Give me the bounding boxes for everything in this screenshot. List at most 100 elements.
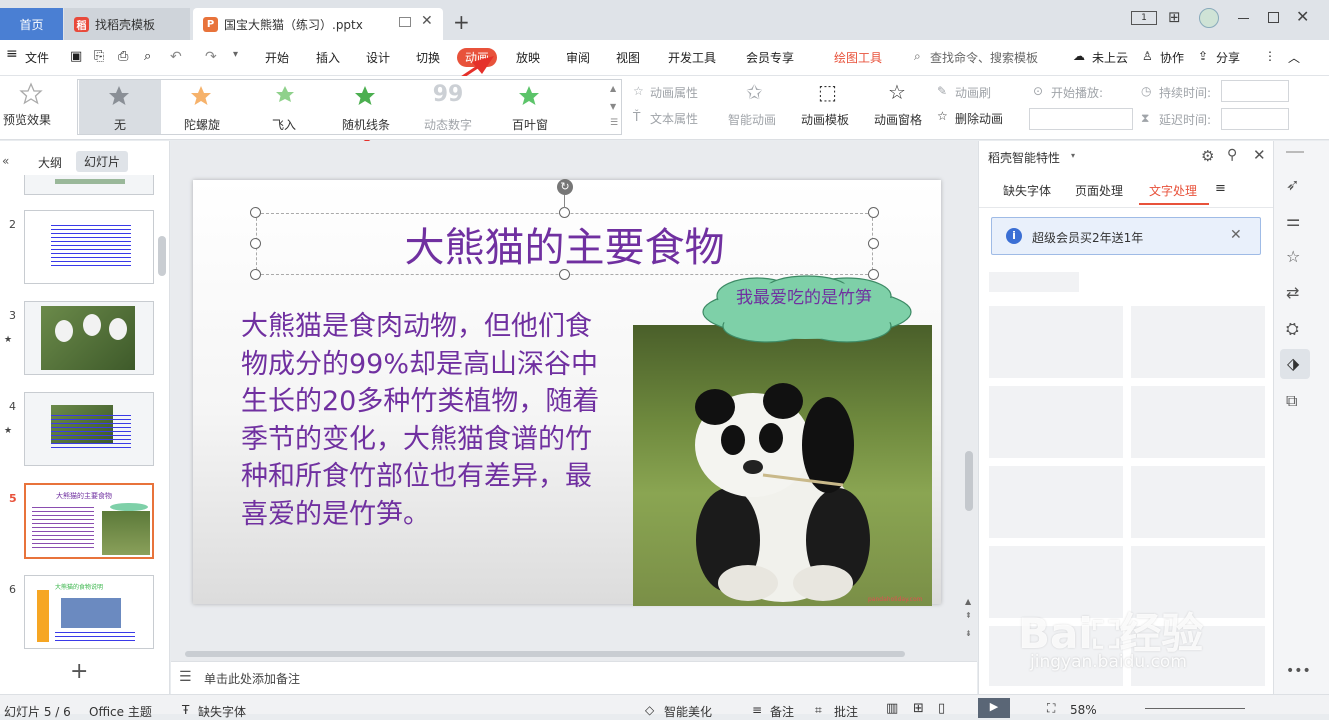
anim-pane-button[interactable]: 动画窗格 (874, 111, 922, 128)
panel-scrollbar[interactable] (158, 236, 166, 276)
effect-blinds[interactable]: 百叶窗 (489, 80, 571, 134)
speech-cloud[interactable] (697, 274, 917, 346)
page-down-icon[interactable]: ⇟ (965, 629, 972, 638)
slide-thumb-5-selected[interactable]: 大熊猫的主要食物 (24, 483, 154, 559)
rocket-icon[interactable]: ➶ (1286, 175, 1299, 194)
anim-template-button[interactable]: 动画模板 (801, 111, 849, 128)
resize-handle[interactable] (868, 238, 879, 249)
resize-handle[interactable] (250, 238, 261, 249)
scroll-up-icon[interactable]: ▲ (965, 597, 971, 606)
smart-feature-icon[interactable]: ⬗ (1287, 354, 1299, 373)
avatar[interactable] (1199, 8, 1219, 28)
cloud-status[interactable]: 未上云 (1092, 49, 1128, 66)
menu-drawing-tools[interactable]: 绘图工具 (834, 49, 882, 66)
tab-home[interactable]: 首页 (0, 8, 63, 40)
effect-random-lines[interactable]: 随机线条 (325, 80, 407, 134)
notes-placeholder[interactable]: 单击此处添加备注 (204, 670, 300, 687)
start-play-select[interactable] (1029, 108, 1133, 130)
adjust-icon[interactable]: ⚌ (1286, 211, 1300, 230)
slide-thumb-2[interactable] (24, 210, 154, 284)
robot-icon[interactable]: ⛭ (1286, 319, 1299, 339)
maximize-icon[interactable] (1268, 12, 1279, 23)
tab-missing-fonts[interactable]: 缺失字体 (1003, 182, 1051, 199)
more-icon[interactable]: ⋮ (1264, 49, 1276, 63)
menu-developer[interactable]: 开发工具 (668, 49, 716, 66)
slide-thumb-1[interactable] (24, 175, 154, 195)
minimize-icon[interactable] (1238, 18, 1249, 19)
play-button-icon[interactable]: ▶ (978, 698, 1010, 718)
tab-slides[interactable]: 幻灯片 (76, 151, 129, 172)
rotate-handle-icon[interactable]: ↻ (557, 179, 573, 195)
close-panel-icon[interactable]: ✕ (1253, 146, 1266, 164)
resize-handle[interactable] (250, 269, 261, 280)
page-count-icon[interactable]: 1 (1131, 11, 1157, 25)
redo-icon[interactable]: ↷ (205, 49, 217, 65)
status-missing-fonts[interactable]: 缺失字体 (198, 703, 246, 720)
star-outline-icon[interactable]: ☆ (1286, 247, 1300, 266)
customize-chevron-icon[interactable]: ▾ (233, 49, 238, 60)
resize-handle[interactable] (868, 207, 879, 218)
menu-member[interactable]: 会员专享 (746, 49, 794, 66)
switch-icon[interactable]: ⇄ (1286, 283, 1299, 302)
apps-grid-icon[interactable]: ⊞ (1168, 8, 1181, 26)
resize-handle[interactable] (250, 207, 261, 218)
undo-icon[interactable]: ↶ (170, 49, 182, 65)
save-icon[interactable]: ▣ (70, 49, 82, 64)
gallery-expand-icon[interactable]: ☰ (610, 118, 618, 128)
resize-handle[interactable] (559, 207, 570, 218)
close-notice-icon[interactable]: ✕ (1230, 227, 1242, 243)
print-icon[interactable]: ⎙ (118, 49, 128, 64)
menu-review[interactable]: 审阅 (566, 49, 590, 66)
panda-photo[interactable]: pandaholiday.com (633, 325, 932, 606)
panel-title[interactable]: 稻壳智能特性 (988, 149, 1060, 166)
promo-notice[interactable]: i 超级会员买2年送1年 ✕ (991, 217, 1261, 255)
anim-brush-button[interactable]: 动画刷 (955, 84, 991, 101)
new-tab-icon[interactable]: + (453, 10, 470, 34)
collapse-ribbon-icon[interactable]: ︿ (1288, 49, 1300, 66)
smart-beautify-button[interactable]: 智能美化 (664, 703, 712, 720)
preview-star-icon[interactable] (19, 82, 43, 106)
page-up-icon[interactable]: ⇞ (965, 611, 972, 620)
tab-template[interactable]: 稻 找稻壳模板 (64, 8, 190, 40)
preview-effect-button[interactable]: 预览效果 (3, 111, 51, 128)
window-icon[interactable] (399, 17, 411, 27)
zoom-slider[interactable] (1145, 708, 1245, 709)
tab-outline[interactable]: 大纲 (38, 154, 62, 171)
tab-more-icon[interactable]: ≡ (1215, 181, 1226, 196)
slide-thumb-4[interactable] (24, 392, 154, 466)
share-button[interactable]: 分享 (1216, 49, 1240, 66)
speech-cloud-text[interactable]: 我最爱吃的是竹笋 (729, 286, 879, 310)
settings-icon[interactable]: ⚙ (1201, 147, 1214, 165)
zoom-level[interactable]: 58% (1070, 703, 1097, 717)
export-pdf-icon[interactable]: ⎘ (94, 49, 104, 64)
slide-title[interactable]: 大熊猫的主要食物 (256, 213, 873, 275)
menu-slideshow[interactable]: 放映 (516, 49, 540, 66)
slide[interactable]: 大熊猫的主要食物 ↻ 大熊猫是食肉动物，但他们食物成分的99%却是高山深谷中生长… (193, 179, 941, 606)
pin-icon[interactable]: ⚲ (1227, 147, 1237, 163)
duration-input[interactable] (1221, 80, 1289, 102)
slide-thumb-6[interactable]: 大熊猫的食物说明 (24, 575, 154, 649)
canvas-scrollbar[interactable] (965, 451, 973, 511)
effect-dynamic-number[interactable]: 99 动态数字 (407, 80, 489, 134)
anim-props-button[interactable]: 动画属性 (650, 84, 698, 101)
resize-handle[interactable] (559, 269, 570, 280)
gallery-down-icon[interactable]: ▼ (610, 102, 616, 111)
collab-button[interactable]: 协作 (1160, 49, 1184, 66)
tab-text-processing[interactable]: 文字处理 (1149, 182, 1197, 199)
text-props-button[interactable]: 文本属性 (650, 110, 698, 127)
print-preview-icon[interactable]: ⌕ (144, 49, 151, 64)
tab-document[interactable]: P 国宝大熊猫（练习）.pptx ✕ (193, 8, 443, 40)
menu-file[interactable]: 文件 (25, 49, 49, 66)
comment-button[interactable]: 批注 (834, 703, 858, 720)
more-tools-icon[interactable]: ••• (1286, 663, 1311, 679)
collapse-panel-icon[interactable]: « (2, 154, 9, 168)
review-icon[interactable]: ⧉ (1286, 391, 1297, 411)
slide-thumb-3[interactable] (24, 301, 154, 375)
effect-none[interactable]: 无 (79, 80, 161, 134)
gallery-up-icon[interactable]: ▲ (610, 84, 616, 93)
delete-anim-button[interactable]: 删除动画 (955, 110, 1003, 127)
canvas-hscrollbar[interactable] (185, 651, 905, 657)
effect-fly-in[interactable]: 飞入 (243, 80, 325, 134)
hamburger-icon[interactable]: ≡ (6, 46, 18, 62)
delay-input[interactable] (1221, 108, 1289, 130)
